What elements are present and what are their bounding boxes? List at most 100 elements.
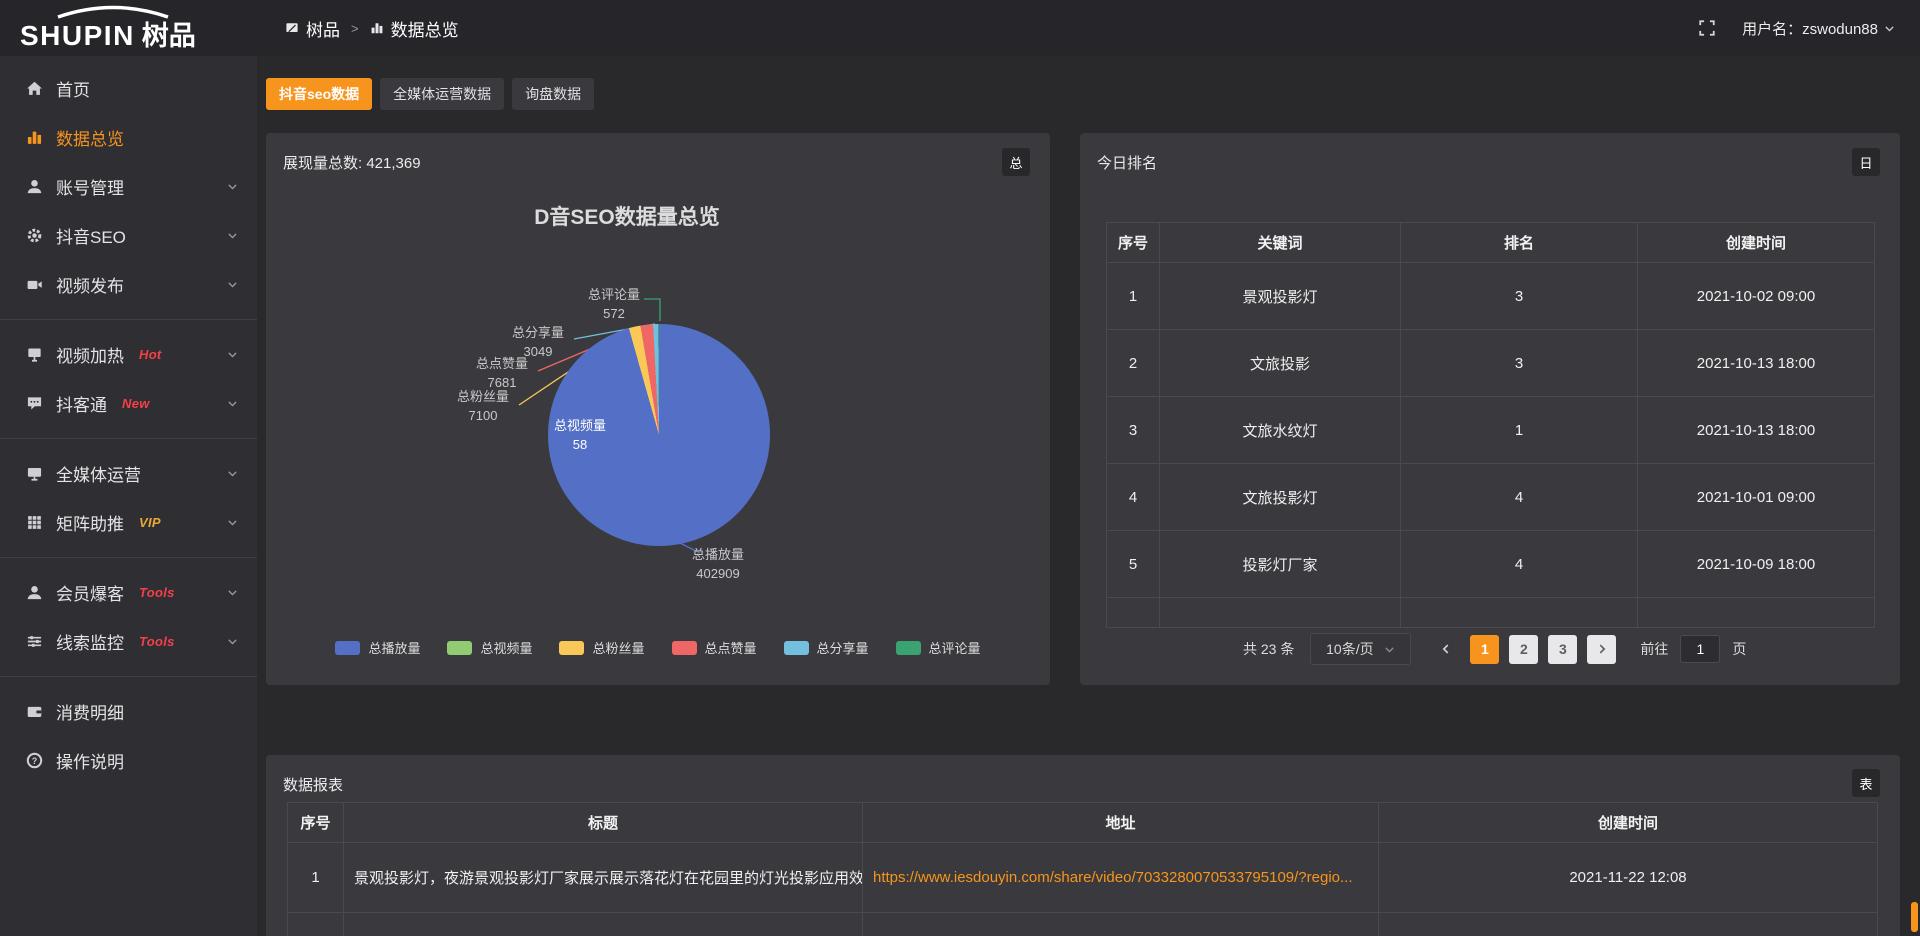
sidebar-item-douyin-seo[interactable]: 抖音SEO — [0, 211, 257, 260]
table-badge[interactable]: 表 — [1852, 769, 1880, 797]
logo-text-en: SHUPIN — [20, 20, 135, 52]
legend-label: 总评论量 — [929, 638, 981, 657]
table-row: 3文旅水纹灯12021-10-13 18:00 — [1107, 397, 1875, 464]
legend-label: 总视频量 — [480, 638, 532, 657]
home-icon — [26, 80, 43, 97]
video-link[interactable]: https://www.iesdouyin.com/share/video/70… — [863, 843, 1379, 913]
fullscreen-icon[interactable] — [1698, 19, 1716, 37]
heat-icon — [26, 346, 43, 363]
tab-douyin-seo-data[interactable]: 抖音seo数据 — [266, 78, 372, 110]
total-view-badge[interactable]: 总 — [1002, 148, 1030, 176]
sidebar-item-douketong[interactable]: 抖客通New — [0, 379, 257, 428]
sidebar-item-label: 矩阵助推 — [56, 510, 124, 535]
table-cell: 2021-10-09 18:00 — [1638, 531, 1875, 598]
sliders-icon — [26, 633, 43, 650]
report-panel-title: 数据报表 — [283, 774, 343, 795]
table-cell: 3 — [1401, 330, 1638, 397]
table-cell: 3 — [1107, 397, 1160, 464]
sidebar-item-label: 抖音SEO — [56, 223, 126, 248]
breadcrumb-item-data-overview[interactable]: 数据总览 — [370, 16, 459, 41]
report-table-body: 1景观投影灯，夜游景观投影灯厂家展示展示落花灯在花园里的灯光投影应用效果 #ht… — [288, 843, 1878, 936]
column-header: 关键词 — [1160, 223, 1401, 263]
sidebar-item-badge: Tools — [139, 634, 175, 649]
sidebar-item-video-publish[interactable]: 视频发布 — [0, 260, 257, 309]
sidebar-divider — [0, 676, 257, 677]
table-cell: 3 — [1401, 263, 1638, 330]
sidebar-item-member-baoke[interactable]: 会员爆客 Tools — [0, 568, 257, 617]
chevron-down-icon — [226, 229, 239, 242]
legend-item[interactable]: 总分享量 — [784, 638, 869, 657]
sidebar-item-label: 会员爆客 — [56, 580, 124, 605]
legend-item[interactable]: 总播放量 — [335, 638, 420, 657]
sidebar-item-home[interactable]: 首页 — [0, 64, 257, 113]
video-icon — [26, 276, 43, 293]
ranking-table-head: 序号关键词排名创建时间 — [1107, 223, 1875, 263]
table-row: 4文旅投影灯42021-10-01 09:00 — [1107, 464, 1875, 531]
chevron-down-icon — [1383, 643, 1396, 656]
sidebar-item-badge: VIP — [139, 515, 161, 530]
page-button-3[interactable]: 3 — [1548, 635, 1577, 664]
sidebar-item-matrix-boost[interactable]: 矩阵助推 VIP — [0, 498, 257, 547]
next-page-button[interactable] — [1587, 635, 1616, 664]
report-table-head: 序号标题地址创建时间 — [288, 803, 1878, 843]
table-cell: 5 — [1107, 531, 1160, 598]
column-header: 序号 — [288, 803, 344, 843]
chevron-down-icon — [226, 397, 239, 410]
sidebar-item-label: 线索监控 — [56, 629, 124, 654]
daily-badge[interactable]: 日 — [1852, 148, 1880, 176]
chevron-down-icon — [226, 635, 239, 648]
table-row-clipped — [288, 913, 1878, 936]
column-header: 标题 — [344, 803, 863, 843]
grid-icon — [26, 514, 43, 531]
sidebar-item-label: 操作说明 — [56, 748, 124, 773]
sidebar-item-data-overview[interactable]: 数据总览 — [0, 113, 257, 162]
sidebar-item-consumption-detail[interactable]: 消费明细 — [0, 687, 257, 736]
table-row-clipped — [1107, 598, 1875, 628]
page-button-1[interactable]: 1 — [1470, 635, 1499, 664]
chevron-down-icon — [226, 516, 239, 529]
logo[interactable]: SHUPIN 树品 — [0, 0, 257, 56]
sidebar-item-account-manage[interactable]: 账号管理 — [0, 162, 257, 211]
table-cell: 1 — [1107, 263, 1160, 330]
legend-item[interactable]: 总视频量 — [447, 638, 532, 657]
chevron-down-icon — [226, 278, 239, 291]
sidebar-item-media-operation[interactable]: 全媒体运营 — [0, 449, 257, 498]
scrollbar-thumb[interactable] — [1911, 902, 1918, 932]
help-icon: ? — [26, 752, 43, 769]
sidebar-item-video-heat[interactable]: 视频加热Hot — [0, 330, 257, 379]
table-cell: 文旅投影 — [1160, 330, 1401, 397]
legend-label: 总粉丝量 — [592, 638, 644, 657]
column-header: 地址 — [863, 803, 1379, 843]
sidebar-item-badge: Tools — [139, 585, 175, 600]
breadcrumb-item-shupin[interactable]: 树品 — [285, 16, 340, 41]
legend-item[interactable]: 总评论量 — [896, 638, 981, 657]
table-cell: 2021-10-13 18:00 — [1638, 330, 1875, 397]
sidebar-divider — [0, 319, 257, 320]
report-table: 序号标题地址创建时间 1景观投影灯，夜游景观投影灯厂家展示展示落花灯在花园里的灯… — [287, 802, 1878, 936]
sidebar-item-label: 视频加热 — [56, 342, 124, 367]
sidebar-item-clue-monitor[interactable]: 线索监控 Tools — [0, 617, 257, 666]
user-menu[interactable]: 用户名：zswodun88 — [1742, 18, 1896, 39]
page-button-2[interactable]: 2 — [1509, 635, 1538, 664]
sidebar-item-label: 全媒体运营 — [56, 461, 141, 486]
tab-inquiry-data[interactable]: 询盘数据 — [512, 78, 594, 110]
tab-media-operate-data[interactable]: 全媒体运营数据 — [380, 78, 504, 110]
legend-item[interactable]: 总粉丝量 — [559, 638, 644, 657]
breadcrumb-label: 树品 — [306, 16, 340, 41]
legend-swatch — [335, 641, 360, 655]
goto-page-input[interactable] — [1680, 635, 1720, 663]
column-header: 创建时间 — [1638, 223, 1875, 263]
prev-page-button[interactable] — [1431, 642, 1461, 656]
legend-item[interactable]: 总点赞量 — [672, 638, 757, 657]
pie-label-plays: 总播放量402909 — [676, 546, 760, 584]
ranking-table-body: 1景观投影灯32021-10-02 09:002文旅投影32021-10-13 … — [1107, 263, 1875, 628]
sidebar-divider — [0, 438, 257, 439]
table-cell: 景观投影灯，夜游景观投影灯厂家展示展示落花灯在花园里的灯光投影应用效果 # — [344, 843, 863, 913]
legend-label: 总点赞量 — [705, 638, 757, 657]
bar-chart-icon — [370, 21, 384, 35]
page-size-select[interactable]: 10条/页 — [1310, 633, 1411, 665]
user-icon — [26, 178, 43, 195]
sidebar-item-operation-guide[interactable]: ? 操作说明 — [0, 736, 257, 785]
pie-chart-title: D音SEO数据量总览 — [534, 201, 720, 231]
legend-swatch — [896, 641, 921, 655]
